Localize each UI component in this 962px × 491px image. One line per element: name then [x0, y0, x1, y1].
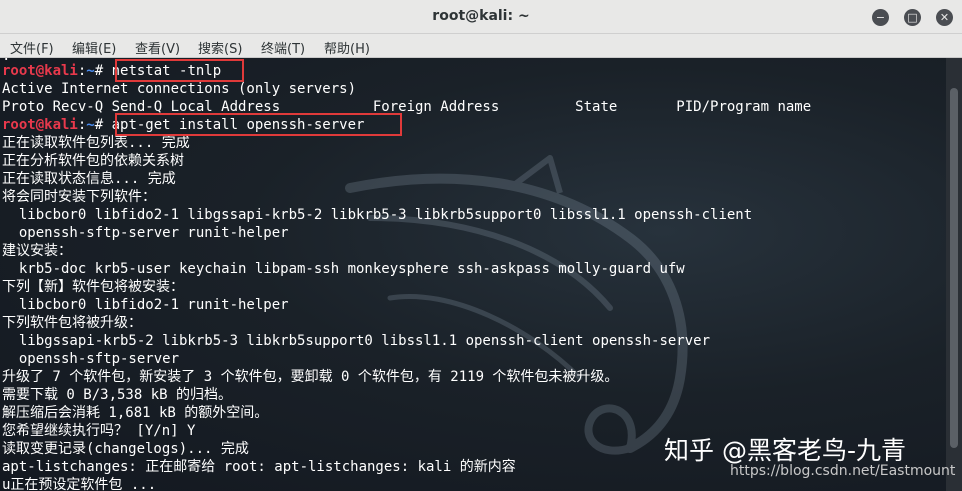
- output-line: 建议安装：: [2, 243, 72, 259]
- output-line: krb5-doc krb5-user keychain libpam-ssh m…: [2, 261, 685, 277]
- output-line: u正在预设定软件包 ...: [2, 477, 157, 491]
- menu-help[interactable]: 帮助(H): [324, 38, 370, 57]
- csdn-watermark-url: https://blog.csdn.net/Eastmount: [730, 463, 956, 479]
- output-line: 正在读取软件包列表... 完成: [2, 135, 190, 151]
- zhihu-watermark: 知乎 @黑客老鸟-九青: [664, 436, 906, 465]
- prompt-user: root@kali: [2, 63, 78, 79]
- output-line: 需要下载 0 B/3,538 kB 的归档。: [2, 387, 233, 403]
- output-line: libcbor0 libfido2-1 runit-helper: [2, 297, 289, 313]
- output-line: Active Internet connections (only server…: [2, 81, 357, 97]
- title-bar[interactable]: root@kali: ~ − □ ✕: [0, 0, 962, 34]
- output-line: libgssapi-krb5-2 libkrb5-3 libkrb5suppor…: [2, 333, 711, 349]
- menu-view[interactable]: 查看(V): [135, 38, 180, 57]
- output-line: 下列【新】软件包将被安装：: [2, 279, 184, 295]
- kali-dragon-watermark-icon: [345, 155, 688, 455]
- prompt-symbol: #: [94, 117, 112, 133]
- close-button[interactable]: ✕: [936, 9, 953, 26]
- output-line: 您希望继续执行吗？ [Y/n] Y: [2, 423, 196, 439]
- prompt-symbol: #: [94, 63, 112, 79]
- menu-terminal[interactable]: 终端(T): [261, 38, 305, 57]
- menu-search[interactable]: 搜索(S): [198, 38, 242, 57]
- menu-edit[interactable]: 编辑(E): [72, 38, 116, 57]
- window-title: root@kali: ~: [432, 8, 530, 24]
- highlight-box-apt-get: [115, 113, 402, 136]
- output-line: 下列软件包将被升级：: [2, 315, 142, 331]
- maximize-button[interactable]: □: [904, 9, 921, 26]
- output-line: openssh-sftp-server: [2, 351, 180, 367]
- output-line: 读取变更记录(changelogs)... 完成: [2, 441, 249, 457]
- menu-bar: 文件(F) 编辑(E) 查看(V) 搜索(S) 终端(T) 帮助(H): [0, 34, 962, 58]
- prompt-user: root@kali: [2, 117, 78, 133]
- menu-file[interactable]: 文件(F): [10, 38, 54, 57]
- terminal-scrollbar[interactable]: [946, 58, 962, 491]
- output-line: apt-listchanges: 正在邮寄给 root: apt-listcha…: [2, 459, 516, 475]
- output-line: 升级了 7 个软件包，新安装了 3 个软件包，要卸载 0 个软件包，有 2119…: [2, 369, 619, 385]
- prompt-path: ~: [86, 63, 95, 79]
- terminal-window: root@kali: ~ − □ ✕ 文件(F) 编辑(E) 查看(V) 搜索(…: [0, 0, 962, 491]
- output-line: openssh-sftp-server runit-helper: [2, 225, 289, 241]
- prompt-path: ~: [86, 117, 95, 133]
- terminal-output[interactable]: . root@kali:~# netstat -tnlp Active Inte…: [0, 58, 946, 491]
- output-line: libcbor0 libfido2-1 libgssapi-krb5-2 lib…: [2, 207, 753, 223]
- output-line: 正在分析软件包的依赖关系树: [2, 153, 184, 169]
- scrollbar-thumb[interactable]: [950, 88, 958, 448]
- minimize-button[interactable]: −: [872, 9, 889, 26]
- output-line: 正在读取状态信息... 完成: [2, 171, 176, 187]
- output-line: 解压缩后会消耗 1,681 kB 的额外空间。: [2, 405, 269, 421]
- output-line: 将会同时安装下列软件：: [2, 189, 156, 205]
- highlight-box-netstat: [115, 59, 244, 82]
